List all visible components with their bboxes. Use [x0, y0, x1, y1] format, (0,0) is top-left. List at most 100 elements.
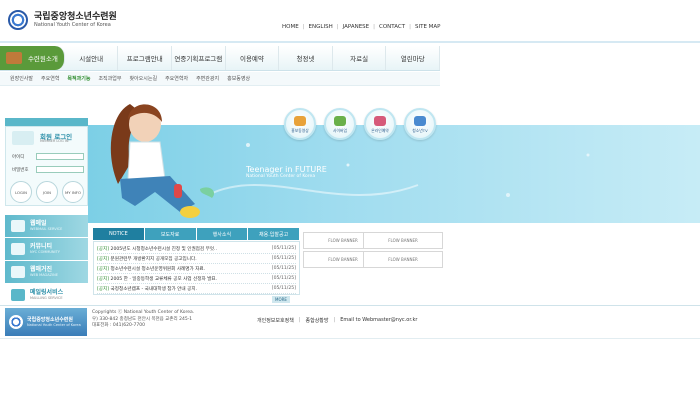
copyright-text: Copyrights ⓒ National Youth Center of Ko…: [92, 310, 195, 315]
youth-tv-button[interactable]: 청소년TV: [404, 108, 436, 140]
subnav-item[interactable]: 주요연혁자: [165, 75, 188, 82]
service-sub: MAILLING SERVICE: [30, 296, 63, 300]
magazine-icon: [11, 266, 25, 278]
tagline-main: Teenager in FUTURE: [246, 165, 327, 174]
tab-events[interactable]: 행사소식: [196, 228, 249, 240]
list-item[interactable]: [공지] 2005 한 · 일중등학생 교류체류 공모 사업 선정자 발표. [0…: [97, 274, 296, 284]
link-sitemap[interactable]: SITE MAP: [415, 24, 441, 30]
subnav-item[interactable]: 홍보동영상: [227, 75, 250, 82]
webmaster-email-link[interactable]: Email to Webmaster@nyc.or.kr: [340, 317, 417, 324]
subnav-item[interactable]: 찾아오시는길: [129, 75, 157, 82]
header-divider: [0, 41, 700, 43]
subnav-item[interactable]: 주변관광지: [196, 75, 219, 82]
status-room-link[interactable]: 종합상황방: [306, 317, 329, 324]
id-input[interactable]: [36, 153, 84, 160]
service-webmail[interactable]: 웹메일 WEBMAIL SERVICE: [5, 215, 88, 237]
nav-item-facilities[interactable]: 시설안내: [65, 46, 119, 70]
service-title: 메일링서비스: [30, 289, 64, 296]
subnav-item[interactable]: 원장인사말: [10, 75, 33, 82]
tab-recruit[interactable]: 채용.입찰공고: [248, 228, 300, 240]
notice-date: [05/11/25]: [271, 256, 296, 261]
notice-title[interactable]: 청소년수련시설 청소년운영위원회 사례명가 자료.: [111, 267, 206, 272]
nav-item-forum[interactable]: 열린마당: [386, 46, 441, 70]
notice-title[interactable]: 2005년도 시청청소년수련시설 진정 및 인권점검 무엇..: [111, 247, 217, 252]
list-item[interactable]: [공지] 국정청소년캠프 - 국내대학생 참가 안내 공지. [05/11/25]: [97, 284, 296, 294]
notice-tabs: NOTICE 보도자료 행사소식 채용.입찰공고: [93, 228, 300, 240]
sub-nav: 원장인사말 주요연혁 목적과기능 조직과업무 찾아오시는길 주요연혁자 주변관광…: [0, 72, 440, 86]
nav-item-youthnet[interactable]: 청정넷: [279, 46, 333, 70]
site-subtitle: National Youth Center of Korea: [34, 21, 111, 28]
cyber-icon: [334, 116, 346, 126]
cyber-button[interactable]: 사이버업: [324, 108, 356, 140]
flow-banner[interactable]: FLOW BANNER: [363, 232, 443, 249]
top-links: HOME | ENGLISH | JAPANESE | CONTACT | SITE M…: [282, 24, 441, 30]
notice-list: [공지] 2005년도 시청청소년수련시설 진정 및 인권점검 무엇.. [05/…: [93, 241, 300, 295]
online-reservation-button[interactable]: 온라인예약: [364, 108, 396, 140]
circle-label: 온라인예약: [371, 128, 389, 133]
promo-video-button[interactable]: 홍보동영상: [284, 108, 316, 140]
password-input[interactable]: [36, 166, 84, 173]
tab-notice[interactable]: NOTICE: [93, 228, 145, 240]
subnav-item[interactable]: 주요연혁: [41, 75, 59, 82]
more-button[interactable]: MORE: [272, 296, 290, 303]
footer-info: Copyrights ⓒ National Youth Center of Ko…: [92, 310, 194, 330]
notice-title[interactable]: 2005 한 · 일중등학생 교류체류 공모 사업 선정자 발표.: [111, 277, 218, 282]
list-item[interactable]: [공지] 2005년도 시청청소년수련시설 진정 및 인권점검 무엇.. [05/…: [97, 244, 296, 254]
login-panel: 회원 로그인 MEMBER LOG IN 아이디 비밀번호 LOGIN JOIN…: [5, 126, 88, 206]
link-contact[interactable]: CONTACT: [379, 24, 405, 30]
id-label: 아이디: [12, 155, 25, 160]
notice-title[interactable]: 국정청소년캠프 - 국내대학생 참가 안내 공지.: [111, 287, 198, 292]
subnav-item-active[interactable]: 목적과기능: [67, 75, 90, 82]
service-title: 웹메일: [30, 220, 47, 227]
link-home[interactable]: HOME: [282, 24, 299, 30]
link-japanese[interactable]: JAPANESE: [343, 24, 370, 30]
service-community[interactable]: 커뮤니티 NYC COMMUNITY: [5, 238, 88, 260]
service-sub: WEBMAIL SERVICE: [30, 227, 63, 231]
community-icon: [11, 243, 25, 255]
login-button[interactable]: LOGIN: [10, 181, 32, 203]
service-mailing[interactable]: 메일링서비스 MAILLING SERVICE: [5, 284, 88, 306]
notice-title[interactable]: 분원관련부 개방환지지 공개모집 공고입니다.: [111, 257, 197, 262]
notice-date: [05/11/25]: [271, 246, 296, 251]
banner-tagline: Teenager in FUTURE National Youth Center…: [246, 165, 327, 179]
girl-illustration: [110, 104, 215, 218]
nav-item-annual-programs[interactable]: 연중기획프로그램: [172, 46, 226, 70]
notice-date: [05/11/25]: [271, 266, 296, 271]
notice-category: [공지]: [97, 256, 110, 262]
privacy-link[interactable]: 개인정보보호정책: [257, 317, 294, 324]
lock-icon: [12, 131, 34, 145]
nav-item-reservation[interactable]: 이용예약: [226, 46, 280, 70]
nav-item-archive[interactable]: 자료실: [333, 46, 387, 70]
tv-icon: [414, 116, 426, 126]
tab-press[interactable]: 보도자료: [144, 228, 197, 240]
service-title: 커뮤니티: [30, 243, 53, 250]
circle-label: 청소년TV: [412, 128, 428, 133]
house-icon: [6, 52, 22, 64]
site-logo[interactable]: 국립중앙청소년수련원 National Youth Center of Kore…: [8, 10, 117, 30]
list-item[interactable]: [공지] 청소년수련시설 청소년운영위원회 사례명가 자료. [05/11/25]: [97, 264, 296, 274]
footer-logo: 국립중앙청소년수련원 National Youth Center of Kore…: [5, 308, 87, 336]
link-english[interactable]: ENGLISH: [309, 24, 333, 30]
notice-date: [05/11/25]: [271, 276, 296, 281]
notice-category: [공지]: [97, 266, 110, 272]
notice-category: [공지]: [97, 276, 110, 282]
service-title: 웹매거진: [30, 266, 53, 273]
circle-label: 홍보동영상: [291, 128, 309, 133]
flow-banner[interactable]: FLOW BANNER: [363, 251, 443, 268]
notice-category: [공지]: [97, 246, 110, 252]
tagline-sub: National Youth Center of Korea: [246, 174, 316, 179]
emblem-icon: [9, 315, 23, 329]
service-sub: NYC COMMUNITY: [30, 250, 60, 254]
circle-label: 사이버업: [333, 128, 347, 133]
list-item[interactable]: [공지] 분원관련부 개방환지지 공개모집 공고입니다. [05/11/25]: [97, 254, 296, 264]
subnav-item[interactable]: 조직과업무: [98, 75, 121, 82]
calendar-icon: [374, 116, 386, 126]
my-info-button[interactable]: MY INFO: [62, 181, 84, 203]
join-button[interactable]: JOIN: [36, 181, 58, 203]
login-header-bar: [5, 118, 88, 126]
service-webzine[interactable]: 웹매거진 WEB MAGAZINE: [5, 261, 88, 283]
main-nav: 수련원소개 시설안내 프로그램안내 연중기획프로그램 이용예약 청정넷 자료실 …: [0, 46, 441, 71]
footer-logo-title: 국립중앙청소년수련원: [27, 316, 74, 323]
nav-item-programs[interactable]: 프로그램안내: [118, 46, 173, 70]
notice-category: [공지]: [97, 286, 110, 292]
